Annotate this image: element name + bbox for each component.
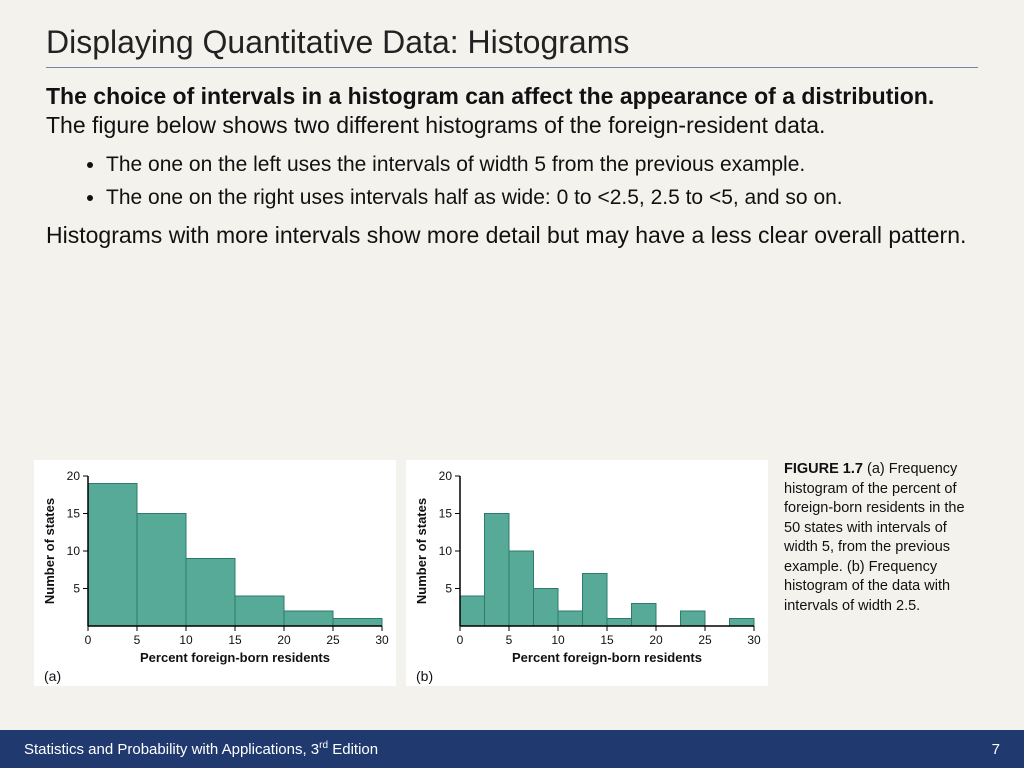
svg-text:10: 10: [439, 544, 453, 558]
svg-text:Percent foreign-born residents: Percent foreign-born residents: [512, 650, 702, 665]
svg-text:30: 30: [375, 633, 389, 647]
svg-text:20: 20: [277, 633, 291, 647]
panel-a: 5 10 15 20 0 5 10 15 20 25 30 Percent foreign-born …: [34, 460, 396, 686]
svg-text:5: 5: [506, 633, 513, 647]
svg-text:Percent foreign-born residents: Percent foreign-born residents: [140, 650, 330, 665]
figure-caption: FIGURE 1.7 (a) Frequency histogram of th…: [778, 460, 984, 617]
svg-text:20: 20: [649, 633, 663, 647]
footer-left: Statistics and Probability with Applicat…: [24, 740, 378, 758]
closing-text: Histograms with more intervals show more…: [46, 221, 978, 251]
footer-bar: Statistics and Probability with Applicat…: [0, 730, 1024, 768]
svg-text:5: 5: [73, 582, 80, 596]
panel-a-tag: (a): [40, 668, 390, 684]
svg-text:10: 10: [179, 633, 193, 647]
bullet-item: The one on the left uses the intervals o…: [106, 151, 978, 178]
svg-text:25: 25: [698, 633, 712, 647]
svg-text:15: 15: [67, 507, 81, 521]
lead-bold: The choice of intervals in a histogram c…: [46, 83, 934, 109]
panel-b: 5 10 15 20 0 5 10 15 20 25 30 Percent foreign-born …: [406, 460, 768, 686]
svg-text:25: 25: [326, 633, 340, 647]
svg-text:Number of states: Number of states: [414, 498, 429, 604]
footer-page-number: 7: [992, 741, 1000, 758]
bullet-item: The one on the right uses intervals half…: [106, 184, 978, 211]
svg-text:Number of states: Number of states: [42, 498, 57, 604]
svg-text:0: 0: [85, 633, 92, 647]
svg-text:15: 15: [439, 507, 453, 521]
svg-text:15: 15: [228, 633, 242, 647]
svg-text:15: 15: [600, 633, 614, 647]
caption-label: FIGURE 1.7: [784, 461, 863, 477]
svg-text:5: 5: [134, 633, 141, 647]
figure-row: 5 10 15 20 0 5 10 15 20 25 30 Percent foreign-born …: [34, 460, 990, 710]
svg-text:20: 20: [439, 469, 453, 483]
body-text: The choice of intervals in a histogram c…: [0, 82, 1024, 251]
lead-rest: The figure below shows two different his…: [46, 112, 825, 138]
page-title: Displaying Quantitative Data: Histograms: [46, 0, 978, 68]
svg-text:30: 30: [747, 633, 761, 647]
svg-text:10: 10: [67, 544, 81, 558]
caption-text: (a) Frequency histogram of the percent o…: [784, 461, 965, 614]
svg-text:20: 20: [67, 469, 81, 483]
panel-b-tag: (b): [412, 668, 762, 684]
svg-text:5: 5: [445, 582, 452, 596]
svg-text:10: 10: [551, 633, 565, 647]
svg-text:0: 0: [457, 633, 464, 647]
